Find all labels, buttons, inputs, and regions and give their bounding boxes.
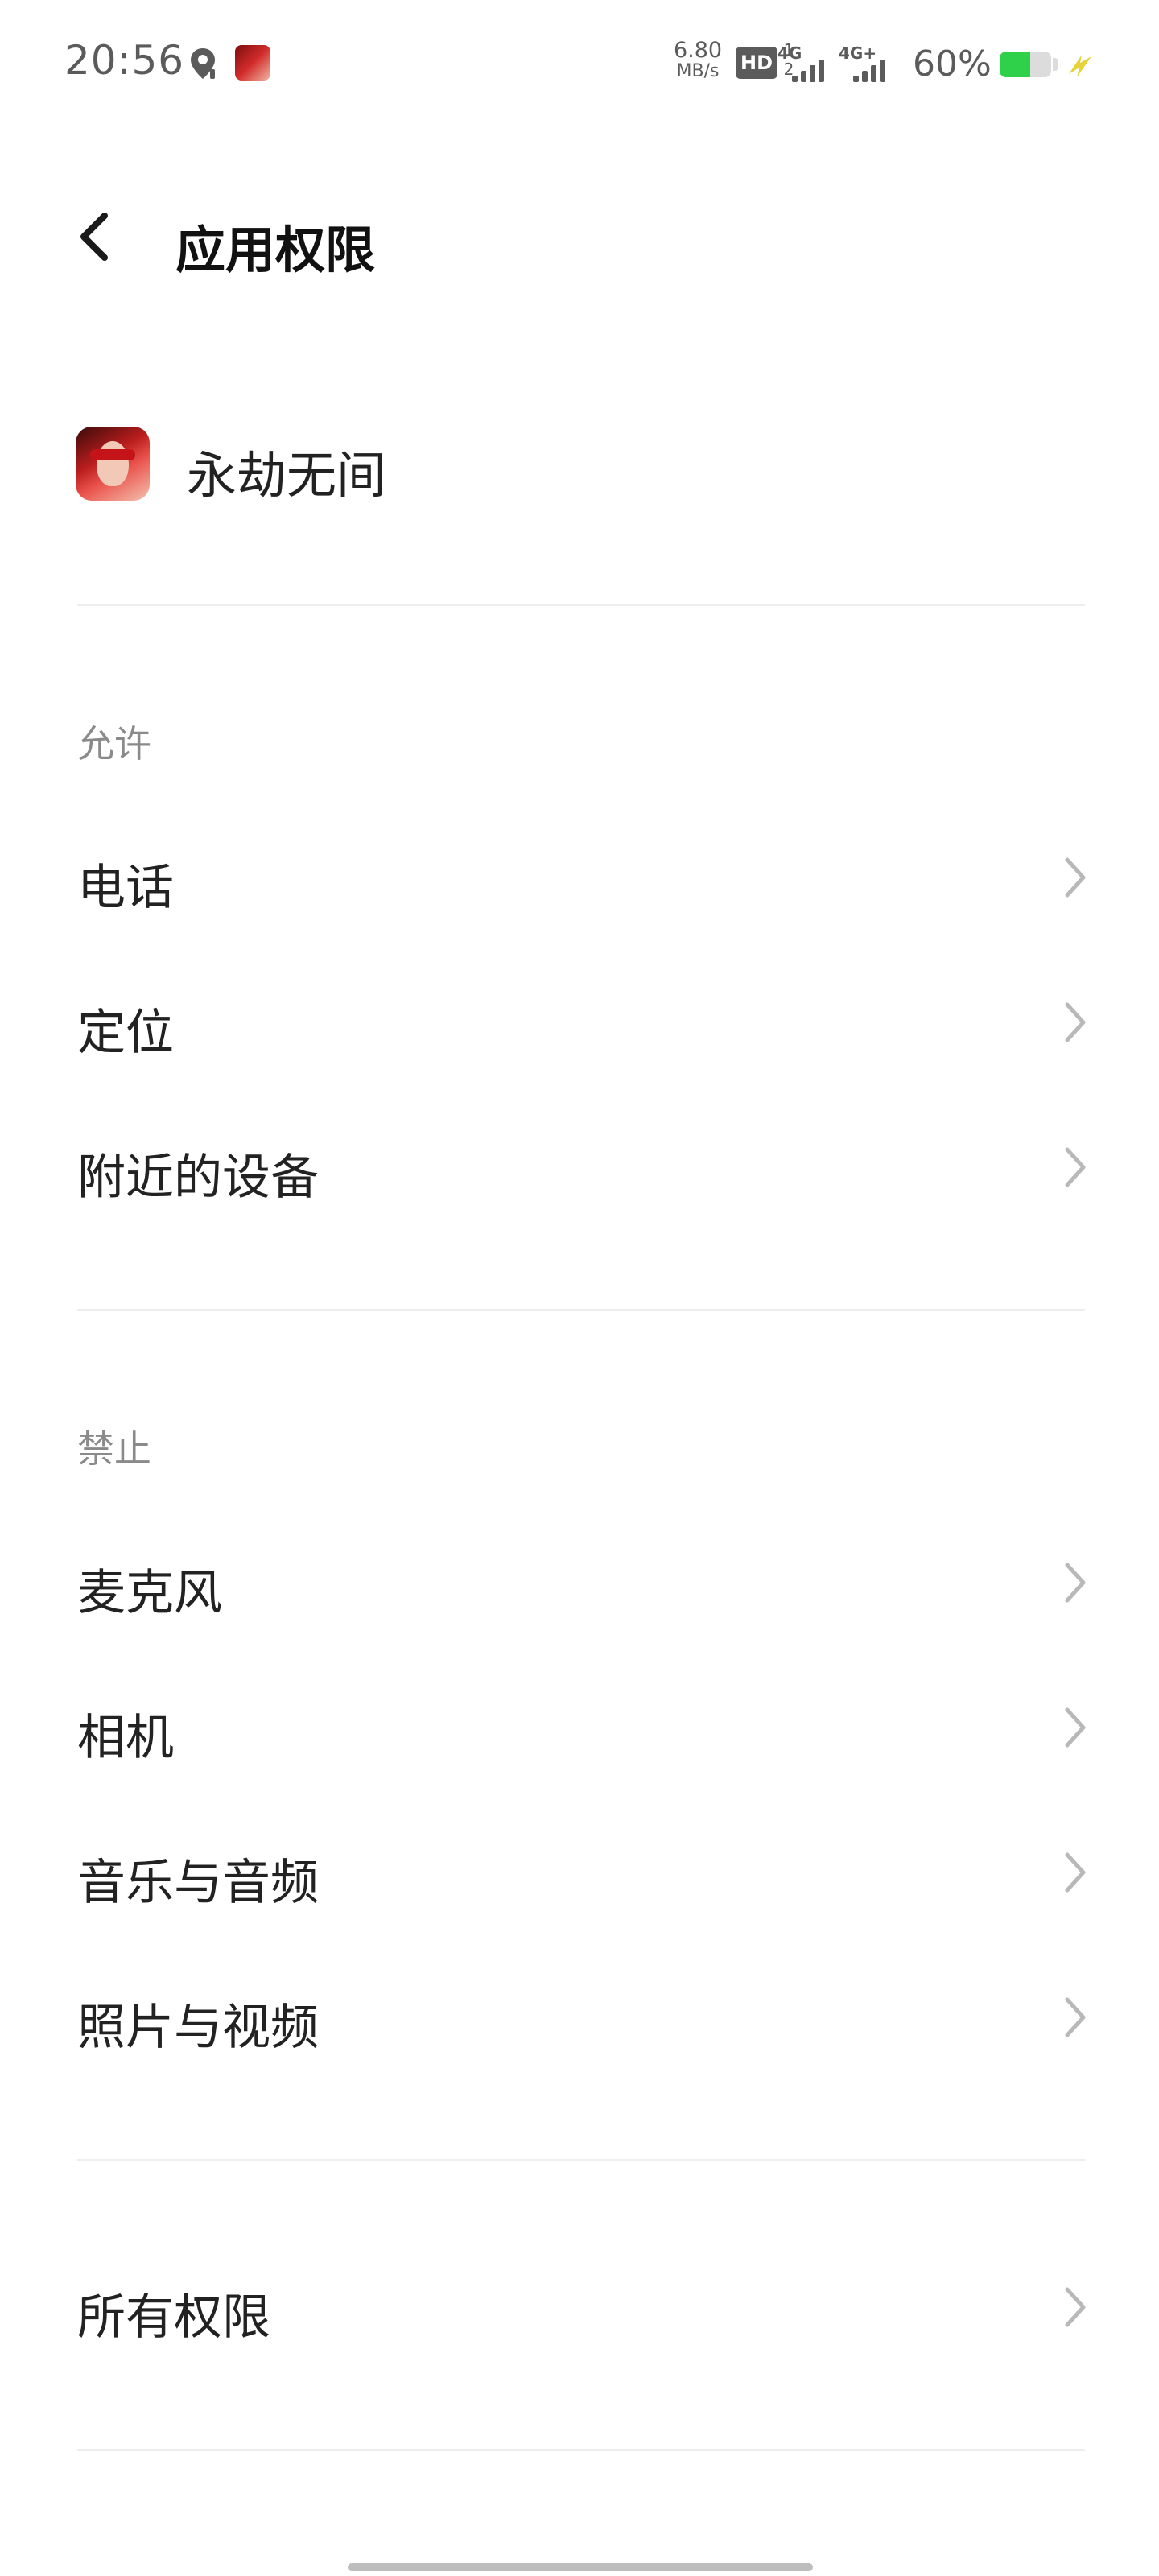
permission-label: 附近的设备 [77, 1150, 319, 1206]
permission-row-location[interactable]: 定位 [0, 960, 1159, 1080]
section-label-allowed: 允许 [77, 722, 151, 766]
permission-label: 麦克风 [77, 1565, 222, 1621]
permission-label: 电话 [77, 860, 174, 916]
permission-row-nearby-devices[interactable]: 附近的设备 [0, 1104, 1159, 1225]
home-indicator[interactable] [348, 2563, 813, 2571]
chevron-right-icon [1065, 1852, 1086, 1893]
status-time: 20:56 [64, 37, 185, 84]
app-header: 应用权限 [0, 185, 1159, 290]
permission-row-all[interactable]: 所有权限 [0, 2244, 1159, 2365]
divider [77, 604, 1085, 606]
back-button[interactable] [66, 208, 124, 266]
permission-row-photos-videos[interactable]: 照片与视频 [0, 1955, 1159, 2075]
divider [77, 2449, 1085, 2451]
chevron-right-icon [1065, 2287, 1086, 2327]
page-title: 应用权限 [175, 221, 376, 279]
signal-sim2-icon: 4G+ [839, 43, 887, 82]
permission-label: 所有权限 [77, 2289, 270, 2346]
charging-bolt-icon [1069, 55, 1091, 77]
permission-label: 定位 [77, 1005, 174, 1061]
chevron-right-icon [1065, 1147, 1086, 1187]
chevron-right-icon [1065, 857, 1086, 898]
permission-row-phone[interactable]: 电话 [0, 815, 1159, 935]
permission-label: 照片与视频 [77, 2000, 319, 2056]
battery-icon [1000, 52, 1051, 77]
app-name: 永劫无间 [187, 446, 387, 505]
chevron-right-icon [1065, 1563, 1086, 1603]
network-speed: 6.80 MB/s [670, 38, 726, 82]
app-icon [76, 427, 150, 501]
permission-label: 音乐与音频 [77, 1855, 319, 1911]
section-label-denied: 禁止 [77, 1427, 151, 1471]
chevron-right-icon [1065, 1997, 1086, 2037]
hd-voice-icon: HD [736, 47, 777, 79]
permission-label: 相机 [77, 1710, 174, 1766]
divider [77, 2159, 1085, 2161]
notification-app-icon [235, 45, 270, 80]
network-speed-unit: MB/s [676, 61, 720, 81]
signal-sim1-icon: 4G [777, 43, 826, 82]
permission-row-camera[interactable]: 相机 [0, 1665, 1159, 1785]
chevron-right-icon [1065, 1707, 1086, 1748]
battery-level-fill [1000, 52, 1031, 77]
chevron-left-icon [80, 213, 108, 261]
battery-tip [1053, 58, 1058, 71]
network-speed-value: 6.80 [673, 38, 723, 63]
battery-percent: 60% [913, 43, 992, 85]
permission-row-microphone[interactable]: 麦克风 [0, 1520, 1159, 1641]
status-bar: 20:56 6.80 MB/s HD 1 2 4G 4G+ 60% [0, 0, 1159, 121]
location-icon [191, 48, 215, 79]
chevron-right-icon [1065, 1002, 1086, 1042]
app-info-row: 永劫无间 [0, 419, 1159, 515]
permission-row-music-audio[interactable]: 音乐与音频 [0, 1810, 1159, 1930]
divider [77, 1309, 1085, 1311]
